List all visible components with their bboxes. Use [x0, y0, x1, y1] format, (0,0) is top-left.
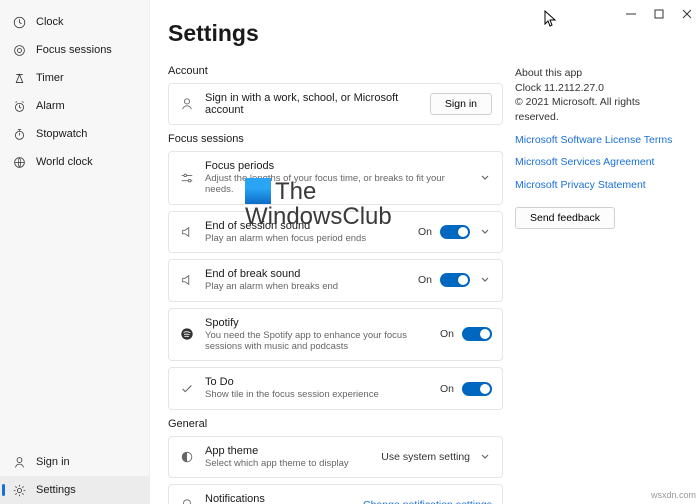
about-heading: About this app: [515, 66, 680, 81]
sidebar-label: Alarm: [36, 100, 65, 112]
person-icon: [12, 455, 26, 469]
card-sub: Select which app theme to display: [205, 458, 371, 469]
card-sub: Play an alarm when focus period ends: [205, 233, 408, 244]
sidebar-label: Focus sessions: [36, 44, 112, 56]
main-content: Settings Account Sign in with a work, sc…: [150, 0, 700, 504]
sidebar-item-focus[interactable]: Focus sessions: [0, 36, 149, 64]
toggle-state: On: [440, 383, 454, 395]
minimize-button[interactable]: [626, 9, 636, 19]
card-app-theme[interactable]: App theme Select which app theme to disp…: [168, 436, 503, 478]
sidebar-item-timer[interactable]: Timer: [0, 64, 149, 92]
section-label-account: Account: [168, 65, 503, 77]
sidebar-label: Settings: [36, 484, 76, 496]
change-notification-link[interactable]: Change notification settings: [363, 499, 492, 504]
sidebar-item-signin[interactable]: Sign in: [0, 448, 149, 476]
about-link-privacy[interactable]: Microsoft Privacy Statement: [515, 178, 680, 193]
card-sub: Adjust the lengths of your focus time, o…: [205, 173, 468, 196]
sliders-icon: [179, 170, 195, 186]
card-signin: Sign in with a work, school, or Microsof…: [168, 83, 503, 125]
card-title: App theme: [205, 445, 371, 457]
theme-value: Use system setting: [381, 451, 470, 463]
spotify-icon: [179, 326, 195, 342]
card-title: End of session sound: [205, 220, 408, 232]
card-spotify: Spotify You need the Spotify app to enha…: [168, 308, 503, 362]
send-feedback-button[interactable]: Send feedback: [515, 207, 615, 229]
sidebar-label: Timer: [36, 72, 64, 84]
person-icon: [179, 96, 195, 112]
focus-icon: [12, 43, 26, 57]
toggle-state: On: [418, 226, 432, 238]
chevron-down-icon: [478, 171, 492, 185]
gear-icon: [12, 483, 26, 497]
corner-credit: wsxdn.com: [651, 490, 696, 500]
card-end-break-sound: End of break sound Play an alarm when br…: [168, 259, 503, 301]
toggle-state: On: [440, 328, 454, 340]
sidebar: Clock Focus sessions Timer Alarm Stopwat…: [0, 0, 150, 504]
card-sub: Show tile in the focus session experienc…: [205, 389, 430, 400]
card-sub: You need the Spotify app to enhance your…: [205, 330, 430, 353]
sidebar-label: World clock: [36, 156, 93, 168]
maximize-button[interactable]: [654, 9, 664, 19]
sidebar-label: Stopwatch: [36, 128, 87, 140]
signin-button[interactable]: Sign in: [430, 93, 492, 115]
stopwatch-icon: [12, 127, 26, 141]
card-sub: Play an alarm when breaks end: [205, 281, 408, 292]
card-focus-periods[interactable]: Focus periods Adjust the lengths of your…: [168, 151, 503, 205]
card-todo: To Do Show tile in the focus session exp…: [168, 367, 503, 409]
bell-icon: [179, 497, 195, 504]
sidebar-item-alarm[interactable]: Alarm: [0, 92, 149, 120]
about-copyright: © 2021 Microsoft. All rights reserved.: [515, 95, 680, 124]
card-title: Notifications: [205, 493, 353, 504]
section-label-focus: Focus sessions: [168, 133, 503, 145]
globe-icon: [12, 155, 26, 169]
close-button[interactable]: [682, 9, 692, 19]
sound-icon: [179, 272, 195, 288]
card-title: End of break sound: [205, 268, 408, 280]
signin-text: Sign in with a work, school, or Microsof…: [205, 92, 420, 116]
about-link-services[interactable]: Microsoft Services Agreement: [515, 155, 680, 170]
todo-icon: [179, 381, 195, 397]
card-title: Focus periods: [205, 160, 468, 172]
sidebar-label: Sign in: [36, 456, 70, 468]
toggle-spotify[interactable]: [462, 327, 492, 341]
timer-icon: [12, 71, 26, 85]
card-title: To Do: [205, 376, 430, 388]
about-link-license[interactable]: Microsoft Software License Terms: [515, 133, 680, 148]
card-title: Spotify: [205, 317, 430, 329]
card-notifications: Notifications Modify your notification s…: [168, 484, 503, 504]
chevron-down-icon[interactable]: [478, 225, 492, 239]
sidebar-item-settings[interactable]: Settings: [0, 476, 149, 504]
sidebar-item-stopwatch[interactable]: Stopwatch: [0, 120, 149, 148]
about-panel: About this app Clock 11.2112.27.0 © 2021…: [515, 20, 680, 494]
toggle-state: On: [418, 274, 432, 286]
toggle-end-break[interactable]: [440, 273, 470, 287]
card-end-session-sound: End of session sound Play an alarm when …: [168, 211, 503, 253]
about-version: Clock 11.2112.27.0: [515, 81, 680, 96]
alarm-icon: [12, 99, 26, 113]
sidebar-item-worldclock[interactable]: World clock: [0, 148, 149, 176]
toggle-todo[interactable]: [462, 382, 492, 396]
chevron-down-icon[interactable]: [478, 450, 492, 464]
theme-icon: [179, 449, 195, 465]
chevron-down-icon[interactable]: [478, 273, 492, 287]
toggle-end-session[interactable]: [440, 225, 470, 239]
section-label-general: General: [168, 418, 503, 430]
sound-icon: [179, 224, 195, 240]
